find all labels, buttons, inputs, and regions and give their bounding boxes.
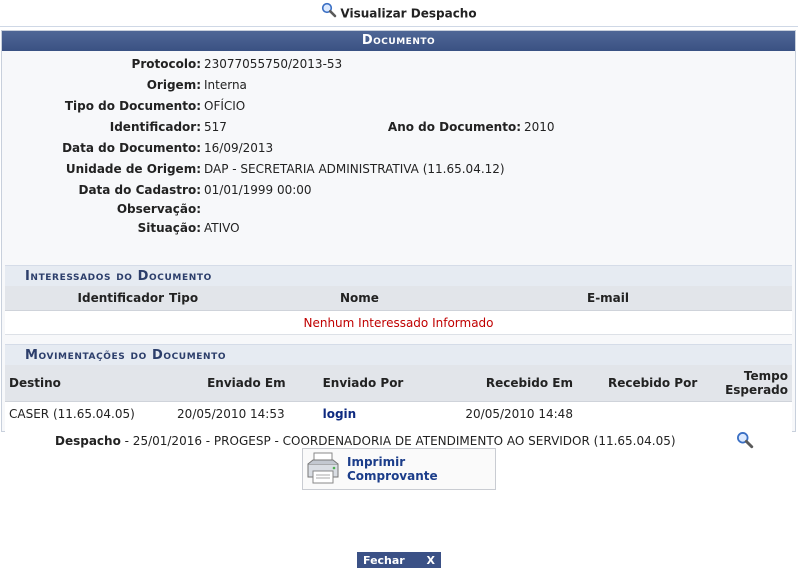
row-tempo — [724, 401, 792, 426]
situacao-value: ATIVO — [204, 221, 240, 235]
page-header: Visualizar Despacho — [0, 0, 798, 27]
printer-icon — [305, 451, 341, 488]
movimentacoes-table: Destino Enviado Em Enviado Por Recebido … — [5, 365, 792, 456]
documento-panel: Documento Protocolo: 23077055750/2013-53… — [1, 30, 796, 456]
situacao-label: Situação: — [137, 221, 201, 235]
documento-header: Documento — [2, 31, 795, 51]
col-tempo-esperado: Tempo Esperado — [724, 365, 792, 402]
close-label: Fechar — [363, 553, 405, 567]
row-recebido-por — [573, 401, 725, 426]
col-tempo-line2: Esperado — [725, 383, 788, 397]
col-recebido-em: Recebido Em — [447, 365, 574, 402]
close-icon: X — [426, 553, 435, 567]
documento-fields: Protocolo: 23077055750/2013-53 Origem: I… — [2, 51, 795, 265]
enviado-por-link[interactable]: login — [323, 407, 357, 421]
print-receipt-label: Imprimir Comprovante — [347, 455, 438, 483]
empty-message: Nenhum Interessado Informado — [5, 310, 792, 335]
data-documento-label: Data do Documento: — [62, 141, 201, 155]
protocolo-value: 23077055750/2013-53 — [204, 57, 343, 71]
tipo-documento-value: OFÍCIO — [204, 99, 246, 113]
observacao-label: Observação: — [116, 202, 201, 216]
interessados-section: Interessados do Documento Identificador … — [5, 265, 792, 335]
print-receipt-button[interactable]: Imprimir Comprovante — [302, 448, 496, 490]
table-row: CASER (11.65.04.05) 20/05/2010 14:53 log… — [5, 401, 792, 426]
close-button[interactable]: Fechar X — [357, 552, 441, 568]
view-despacho-icon[interactable] — [736, 431, 754, 452]
tipo-documento-label: Tipo do Documento: — [64, 99, 201, 113]
data-cadastro-label: Data do Cadastro: — [78, 183, 201, 197]
data-cadastro-value: 01/01/1999 00:00 — [204, 183, 312, 197]
col-tempo-line1: Tempo — [743, 369, 788, 383]
ano-documento-value: 2010 — [524, 120, 555, 134]
col-tipo: Tipo — [168, 286, 290, 311]
unidade-origem-label: Unidade de Origem: — [65, 162, 201, 176]
col-nome: Nome — [290, 286, 491, 311]
row-destino: CASER (11.65.04.05) — [5, 401, 155, 426]
origem-value: Interna — [204, 78, 247, 92]
movimentacoes-header: Movimentações do Documento — [5, 344, 792, 365]
col-destino: Destino — [5, 365, 155, 402]
col-identificador: Identificador — [5, 286, 168, 311]
interessados-header: Interessados do Documento — [5, 265, 792, 286]
magnifier-icon — [321, 1, 337, 27]
movimentacoes-section: Movimentações do Documento Destino Envia… — [5, 344, 792, 456]
row-enviado-em: 20/05/2010 14:53 — [154, 401, 286, 426]
ano-documento-label: Ano do Documento: — [387, 120, 521, 134]
col-enviado-por: Enviado Por — [285, 365, 448, 402]
row-recebido-em: 20/05/2010 14:48 — [447, 401, 574, 426]
origem-label: Origem: — [146, 78, 201, 92]
interessados-table: Identificador Tipo Nome E-mail Nenhum In… — [5, 286, 792, 335]
col-enviado-em: Enviado Em — [154, 365, 286, 402]
despacho-text: - 25/01/2016 - PROGESP - COORDENADORIA D… — [120, 434, 676, 448]
protocolo-label: Protocolo: — [131, 57, 201, 71]
data-documento-value: 16/09/2013 — [204, 141, 274, 155]
col-email: E-mail — [491, 286, 792, 311]
despacho-label: Despacho — [55, 434, 121, 448]
unidade-origem-value: DAP - SECRETARIA ADMINISTRATIVA (11.65.0… — [204, 162, 505, 176]
page-title: Visualizar Despacho — [340, 6, 477, 21]
col-recebido-por: Recebido Por — [573, 365, 725, 402]
